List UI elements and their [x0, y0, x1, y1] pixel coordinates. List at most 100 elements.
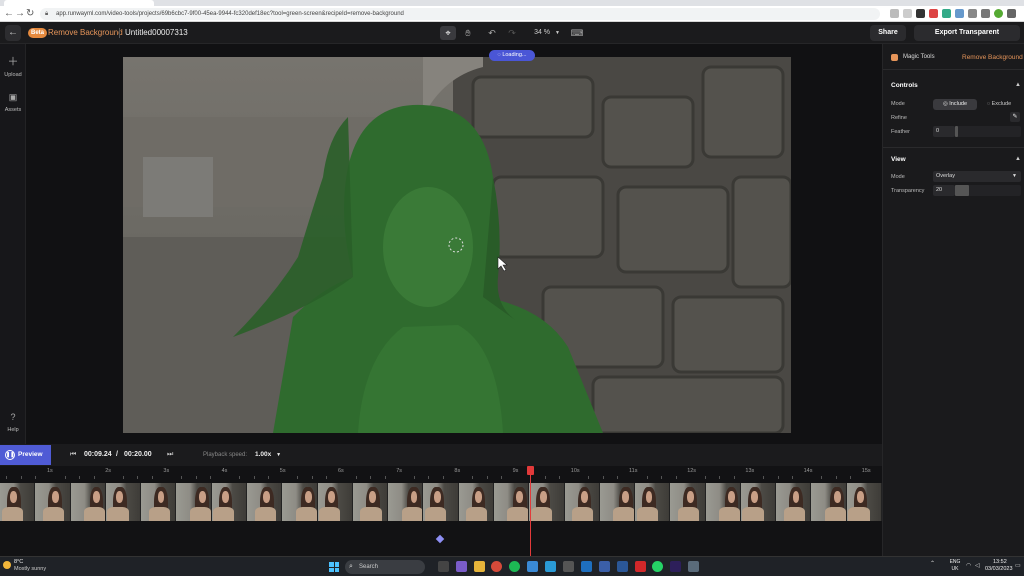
app-icon[interactable] — [527, 561, 538, 572]
timeline[interactable]: 1s 2s 3s 4s 5s 6s 7s 8s 9s 10s 11s 12s 13s 14s 15s — [0, 466, 883, 556]
keyboard-shortcuts-button[interactable]: ⌨ — [569, 26, 585, 40]
weather-description[interactable]: Mostly sunny — [14, 566, 46, 573]
sidebar-item-assets[interactable]: ▣ Assets — [0, 90, 26, 114]
project-title[interactable]: Untitled00007313 — [125, 27, 188, 39]
thumbnail-face — [751, 491, 759, 503]
spotify-icon[interactable] — [509, 561, 520, 572]
view-heading[interactable]: View — [891, 155, 906, 164]
file-explorer-icon[interactable] — [474, 561, 485, 572]
controls-heading[interactable]: Controls — [891, 81, 918, 90]
browser-back-icon[interactable]: ← — [4, 8, 14, 20]
chevron-up-icon[interactable]: ▲ — [1015, 155, 1021, 164]
extension-icon[interactable] — [916, 9, 925, 18]
video-track[interactable] — [0, 483, 883, 521]
export-button[interactable]: Export Transparent Background — [914, 25, 1020, 52]
chrome-icon[interactable] — [491, 561, 502, 572]
timeline-ruler[interactable]: 1s 2s 3s 4s 5s 6s 7s 8s 9s 10s 11s 12s 13s 14s 15s — [0, 466, 882, 480]
skip-to-start-button[interactable]: ⏮︎ — [70, 450, 76, 460]
browser-reload-icon[interactable]: ↻ — [26, 8, 34, 20]
skip-to-end-button[interactable]: ⏭︎ — [167, 450, 173, 460]
transparency-slider[interactable] — [955, 185, 1021, 196]
sidebar-item-upload[interactable]: ＋ Upload — [0, 55, 26, 79]
mode-toggle: ◎ Include ◌ Exclude — [933, 99, 1021, 110]
tick-label: 9s — [512, 468, 519, 474]
transparency-slider-thumb[interactable] — [955, 185, 969, 196]
browser-forward-icon[interactable]: → — [15, 8, 25, 20]
keyframe-marker[interactable] — [435, 534, 445, 544]
clock-date[interactable]: 03/03/2023 — [985, 566, 1013, 573]
help-icon: ? — [10, 412, 16, 422]
time-separator: / — [116, 451, 118, 458]
back-button[interactable]: ← — [5, 25, 21, 41]
acrobat-icon[interactable] — [635, 561, 646, 572]
undo-button[interactable]: ↶ — [484, 26, 500, 40]
thumbnail-face — [369, 491, 377, 503]
sidebar-toggle-icon[interactable] — [981, 9, 990, 18]
profile-avatar-icon[interactable] — [994, 9, 1003, 18]
exclude-button[interactable]: ◌ Exclude — [977, 99, 1021, 110]
language-indicator[interactable]: ENG UK — [948, 559, 962, 573]
tray-chevron-icon[interactable]: ⌃ — [930, 560, 935, 567]
video-thumbnail — [599, 483, 636, 521]
feather-slider[interactable] — [955, 126, 1021, 137]
pan-tool-button[interactable]: ✋︎ — [460, 26, 476, 40]
app-icon[interactable] — [599, 561, 610, 572]
video-thumbnail — [740, 483, 777, 521]
video-thumbnail — [776, 483, 812, 521]
share-button[interactable]: Share — [870, 25, 906, 41]
tick-mark — [151, 476, 153, 479]
zoom-dropdown[interactable]: 34 % ▼ — [530, 26, 564, 40]
chevron-up-icon[interactable]: ▲ — [1015, 81, 1021, 90]
video-preview[interactable] — [123, 57, 791, 433]
video-thumbnail — [105, 483, 142, 521]
start-button[interactable] — [329, 562, 339, 572]
sun-icon[interactable] — [3, 561, 11, 569]
clock-time[interactable]: 13:52 — [993, 559, 1007, 566]
view-mode-select[interactable]: Overlay ▼ — [933, 171, 1021, 182]
feather-input[interactable]: 0 — [933, 126, 955, 137]
transparency-input[interactable]: 20 — [933, 185, 955, 196]
playhead-handle[interactable] — [526, 466, 534, 475]
wifi-icon[interactable]: ◠ — [966, 562, 971, 569]
exclude-label: Exclude — [991, 101, 1012, 107]
chat-icon[interactable] — [456, 561, 467, 572]
select-tool-button[interactable]: ⌖ — [440, 26, 456, 40]
app-icon[interactable] — [563, 561, 574, 572]
extension-icon[interactable] — [955, 9, 964, 18]
redo-icon: ↷ — [508, 28, 516, 38]
browser-menu-icon[interactable] — [1007, 9, 1016, 18]
feather-slider-thumb[interactable] — [955, 126, 958, 137]
browser-extension-icons — [890, 9, 1016, 19]
taskbar-search[interactable]: ⌕ Search — [345, 560, 425, 574]
extension-icon[interactable] — [942, 9, 951, 18]
redo-button[interactable]: ↷ — [504, 26, 520, 40]
thumbnail-face — [433, 491, 441, 503]
view-mode-label: Mode — [891, 174, 905, 180]
thumbnail-face — [686, 491, 694, 503]
app-icon[interactable] — [688, 561, 699, 572]
app-icon[interactable] — [545, 561, 556, 572]
tick-mark — [602, 476, 604, 479]
tick-mark — [180, 476, 182, 479]
weather-temperature[interactable]: 8°C — [14, 559, 23, 566]
app-icon[interactable] — [581, 561, 592, 572]
include-button[interactable]: ◎ Include — [933, 99, 977, 110]
playhead[interactable] — [529, 466, 531, 556]
bookmark-star-icon[interactable] — [903, 9, 912, 18]
speaker-icon[interactable]: ◁ — [975, 562, 980, 569]
refine-button[interactable]: ✎ — [1010, 112, 1020, 122]
sidebar-item-help[interactable]: ? Help — [0, 410, 26, 434]
thumbnail-body — [107, 507, 129, 521]
magic-tools-link[interactable]: Magic Tools — [903, 53, 935, 62]
task-view-icon[interactable] — [438, 561, 449, 572]
share-page-icon[interactable] — [890, 9, 899, 18]
preview-button[interactable]: ❚❚ Preview — [0, 445, 51, 465]
notification-icon[interactable]: ▭ — [1015, 562, 1021, 569]
playback-speed-dropdown[interactable]: 1.00x ▼ — [255, 450, 281, 460]
whatsapp-icon[interactable] — [652, 561, 663, 572]
url-input[interactable]: 🔒︎ app.runwayml.com/video-tools/projects… — [40, 8, 880, 20]
word-icon[interactable] — [617, 561, 628, 572]
extension-icon[interactable] — [929, 9, 938, 18]
after-effects-icon[interactable] — [670, 561, 681, 572]
puzzle-icon[interactable] — [968, 9, 977, 18]
